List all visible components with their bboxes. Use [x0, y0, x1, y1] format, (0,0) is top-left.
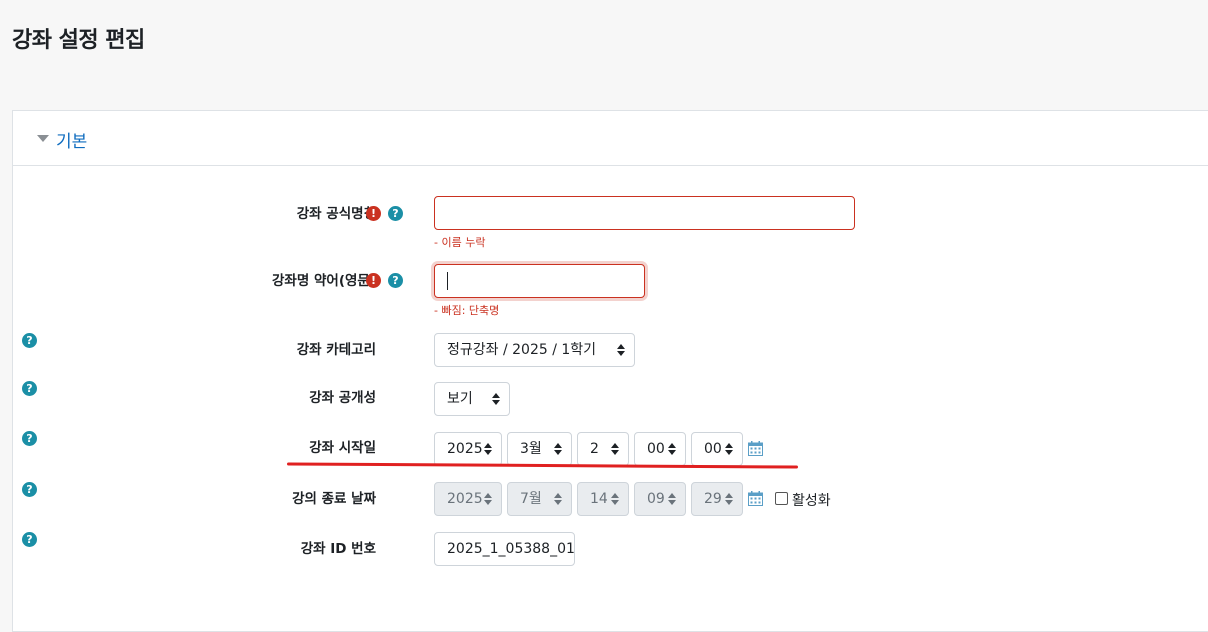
category-select[interactable]: 정규강좌 / 2025 / 1학기 [434, 333, 635, 367]
shortname-label: 강좌명 약어(영문) [272, 273, 376, 289]
required-icon: ! [366, 273, 381, 288]
help-icon[interactable]: ? [388, 273, 403, 288]
required-icon: ! [366, 206, 381, 221]
enddate-month-select: 7월 [507, 482, 572, 516]
startdate-month-select[interactable]: 3월 [507, 432, 572, 466]
fullname-error: - 이름 누락 [434, 236, 486, 249]
caret-down-icon[interactable] [37, 135, 49, 142]
row-idnumber: 강좌 ID 번호 ? [0, 532, 1208, 572]
section-header[interactable]: 기본 [13, 111, 1208, 166]
enddate-enable-checkbox[interactable] [775, 492, 788, 505]
idnumber-label: 강좌 ID 번호 [300, 541, 376, 557]
help-icon[interactable]: ? [22, 532, 37, 547]
startdate-label: 강좌 시작일 [309, 440, 376, 456]
fullname-input[interactable] [434, 196, 855, 230]
help-icon[interactable]: ? [388, 206, 403, 221]
row-visibility: 강좌 공개성 ? [0, 381, 1208, 421]
calendar-icon[interactable] [748, 491, 763, 506]
help-icon[interactable]: ? [22, 482, 37, 497]
text-cursor [447, 272, 448, 290]
category-label: 강좌 카테고리 [296, 342, 376, 358]
enddate-enable-label[interactable]: 활성화 [792, 490, 831, 510]
enddate-day-select: 14 [577, 482, 629, 516]
help-icon[interactable]: ? [22, 381, 37, 396]
fullname-label: 강좌 공식명칭 [296, 206, 376, 222]
shortname-input[interactable] [434, 264, 645, 298]
enddate-label: 강의 종료 날짜 [292, 491, 376, 507]
enddate-minute-select: 29 [691, 482, 743, 516]
enddate-hour-select: 09 [634, 482, 686, 516]
help-icon[interactable]: ? [22, 431, 37, 446]
calendar-icon[interactable] [748, 441, 763, 456]
visibility-select[interactable]: 보기 [434, 382, 510, 416]
page-title: 강좌 설정 편집 [12, 28, 145, 53]
visibility-label: 강좌 공개성 [309, 390, 376, 406]
help-icon[interactable]: ? [22, 333, 37, 348]
startdate-day-select[interactable]: 2 [577, 432, 629, 466]
startdate-year-select[interactable]: 2025 [434, 432, 502, 466]
idnumber-input[interactable]: 2025_1_05388_01 [434, 532, 575, 566]
startdate-hour-select[interactable]: 00 [634, 432, 686, 466]
shortname-error: - 빠짐: 단축명 [434, 304, 500, 317]
section-title-basic[interactable]: 기본 [56, 127, 87, 152]
startdate-minute-select[interactable]: 00 [691, 432, 743, 466]
enddate-year-select: 2025 [434, 482, 502, 516]
